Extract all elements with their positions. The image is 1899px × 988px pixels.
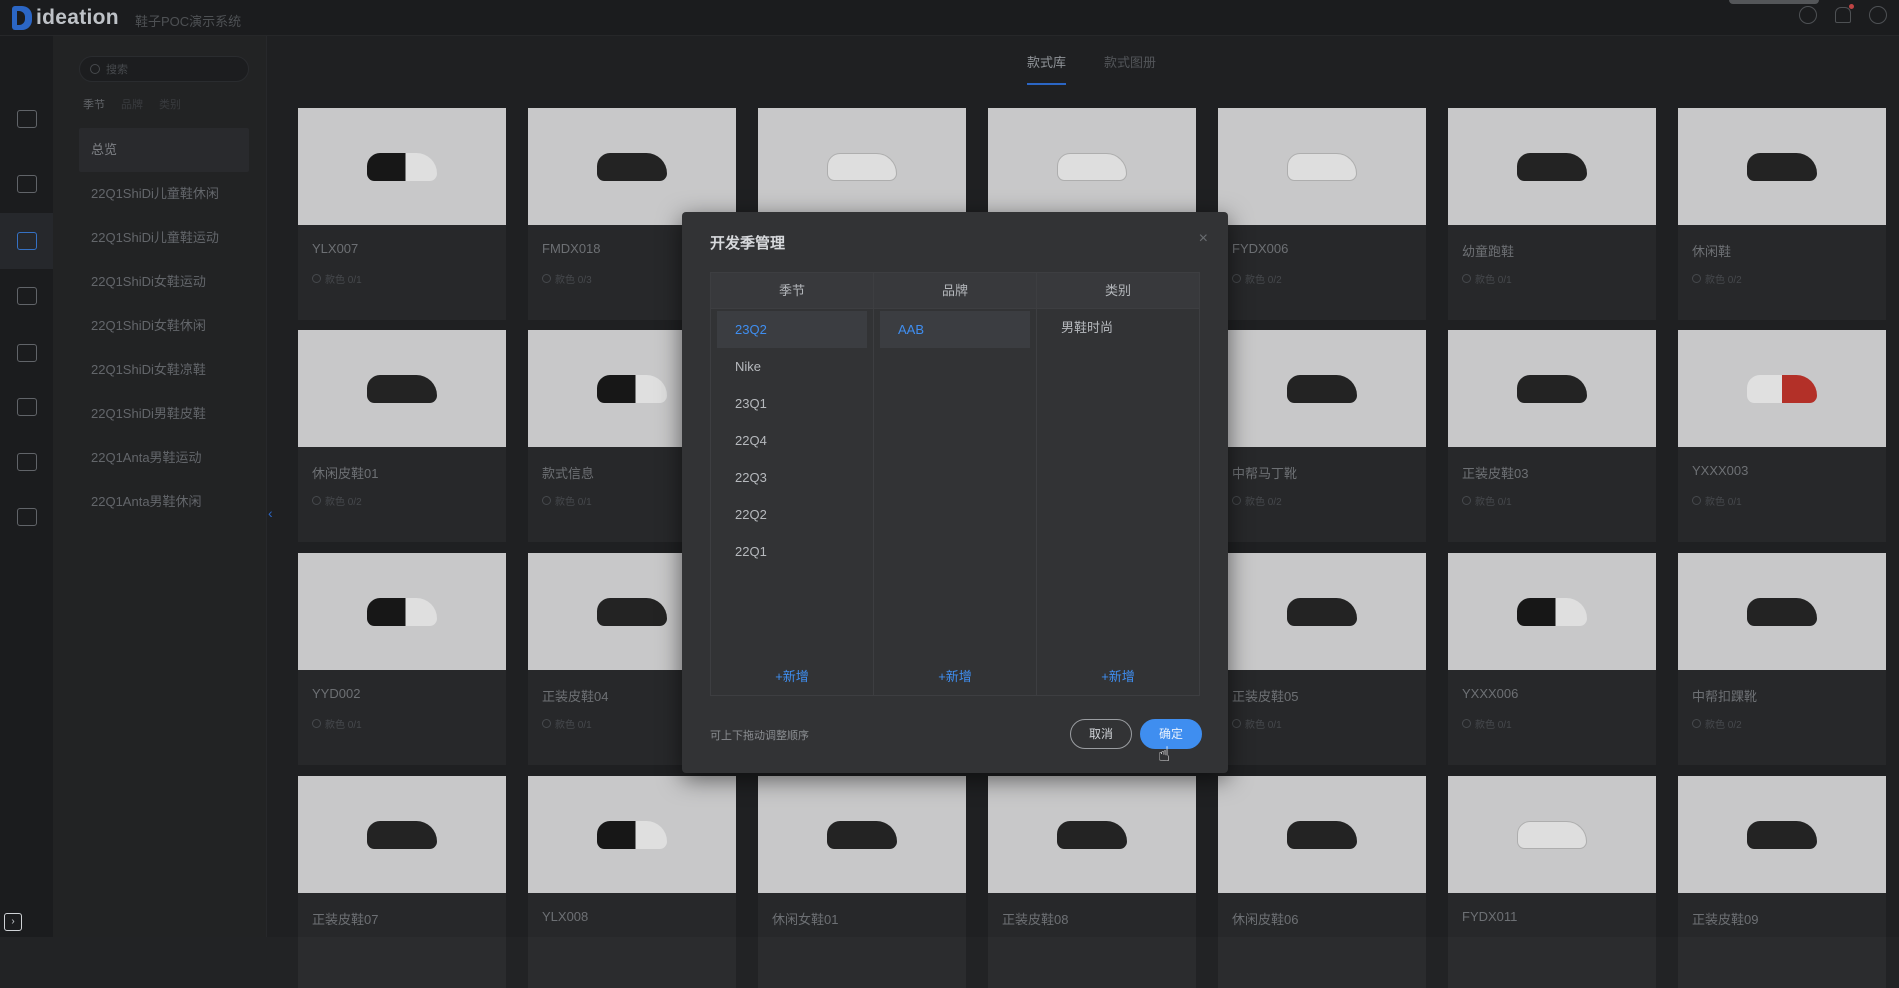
modal-column-header: 类别	[1037, 273, 1199, 309]
add-new-button[interactable]: +新增	[711, 666, 873, 685]
season-modal: 开发季管理 × 季节 23Q2 Nike 23Q1 22Q4 22Q3 22Q2 22Q1 +新…	[682, 212, 1228, 773]
modal-column-header: 季节	[711, 273, 873, 309]
modal-title: 开发季管理	[710, 235, 786, 252]
modal-list-item[interactable]: AAB	[880, 311, 1030, 348]
modal-list-item[interactable]: 22Q3	[717, 459, 867, 496]
modal-list-item[interactable]: 22Q2	[717, 496, 867, 533]
modal-list-item[interactable]: 23Q1	[717, 385, 867, 422]
modal-column-header: 品牌	[874, 273, 1036, 309]
corner-toggle-icon[interactable]: ›	[4, 913, 22, 931]
pointer-cursor-icon: ☝	[1158, 744, 1171, 766]
drag-hint: 可上下拖动调整顺序	[710, 730, 809, 742]
cancel-button[interactable]: 取消	[1070, 719, 1132, 749]
season-table: 季节 23Q2 Nike 23Q1 22Q4 22Q3 22Q2 22Q1 +新增 品牌 AAB +新…	[710, 272, 1200, 696]
modal-list-item[interactable]: 22Q4	[717, 422, 867, 459]
add-new-button[interactable]: +新增	[1037, 666, 1199, 685]
modal-column: 季节 23Q2 Nike 23Q1 22Q4 22Q3 22Q2 22Q1 +新增	[711, 273, 874, 695]
modal-column: 品牌 AAB +新增	[874, 273, 1037, 695]
modal-list-item[interactable]: 男鞋时尚	[1043, 309, 1193, 346]
close-icon[interactable]: ×	[1199, 230, 1208, 248]
modal-list-item[interactable]: 23Q2	[717, 311, 867, 348]
modal-list-item[interactable]: Nike	[717, 348, 867, 385]
modal-list-item[interactable]: 22Q1	[717, 533, 867, 570]
modal-column: 类别 男鞋时尚 +新增	[1037, 273, 1199, 695]
add-new-button[interactable]: +新增	[874, 666, 1036, 685]
confirm-button[interactable]: 确定	[1140, 719, 1202, 749]
